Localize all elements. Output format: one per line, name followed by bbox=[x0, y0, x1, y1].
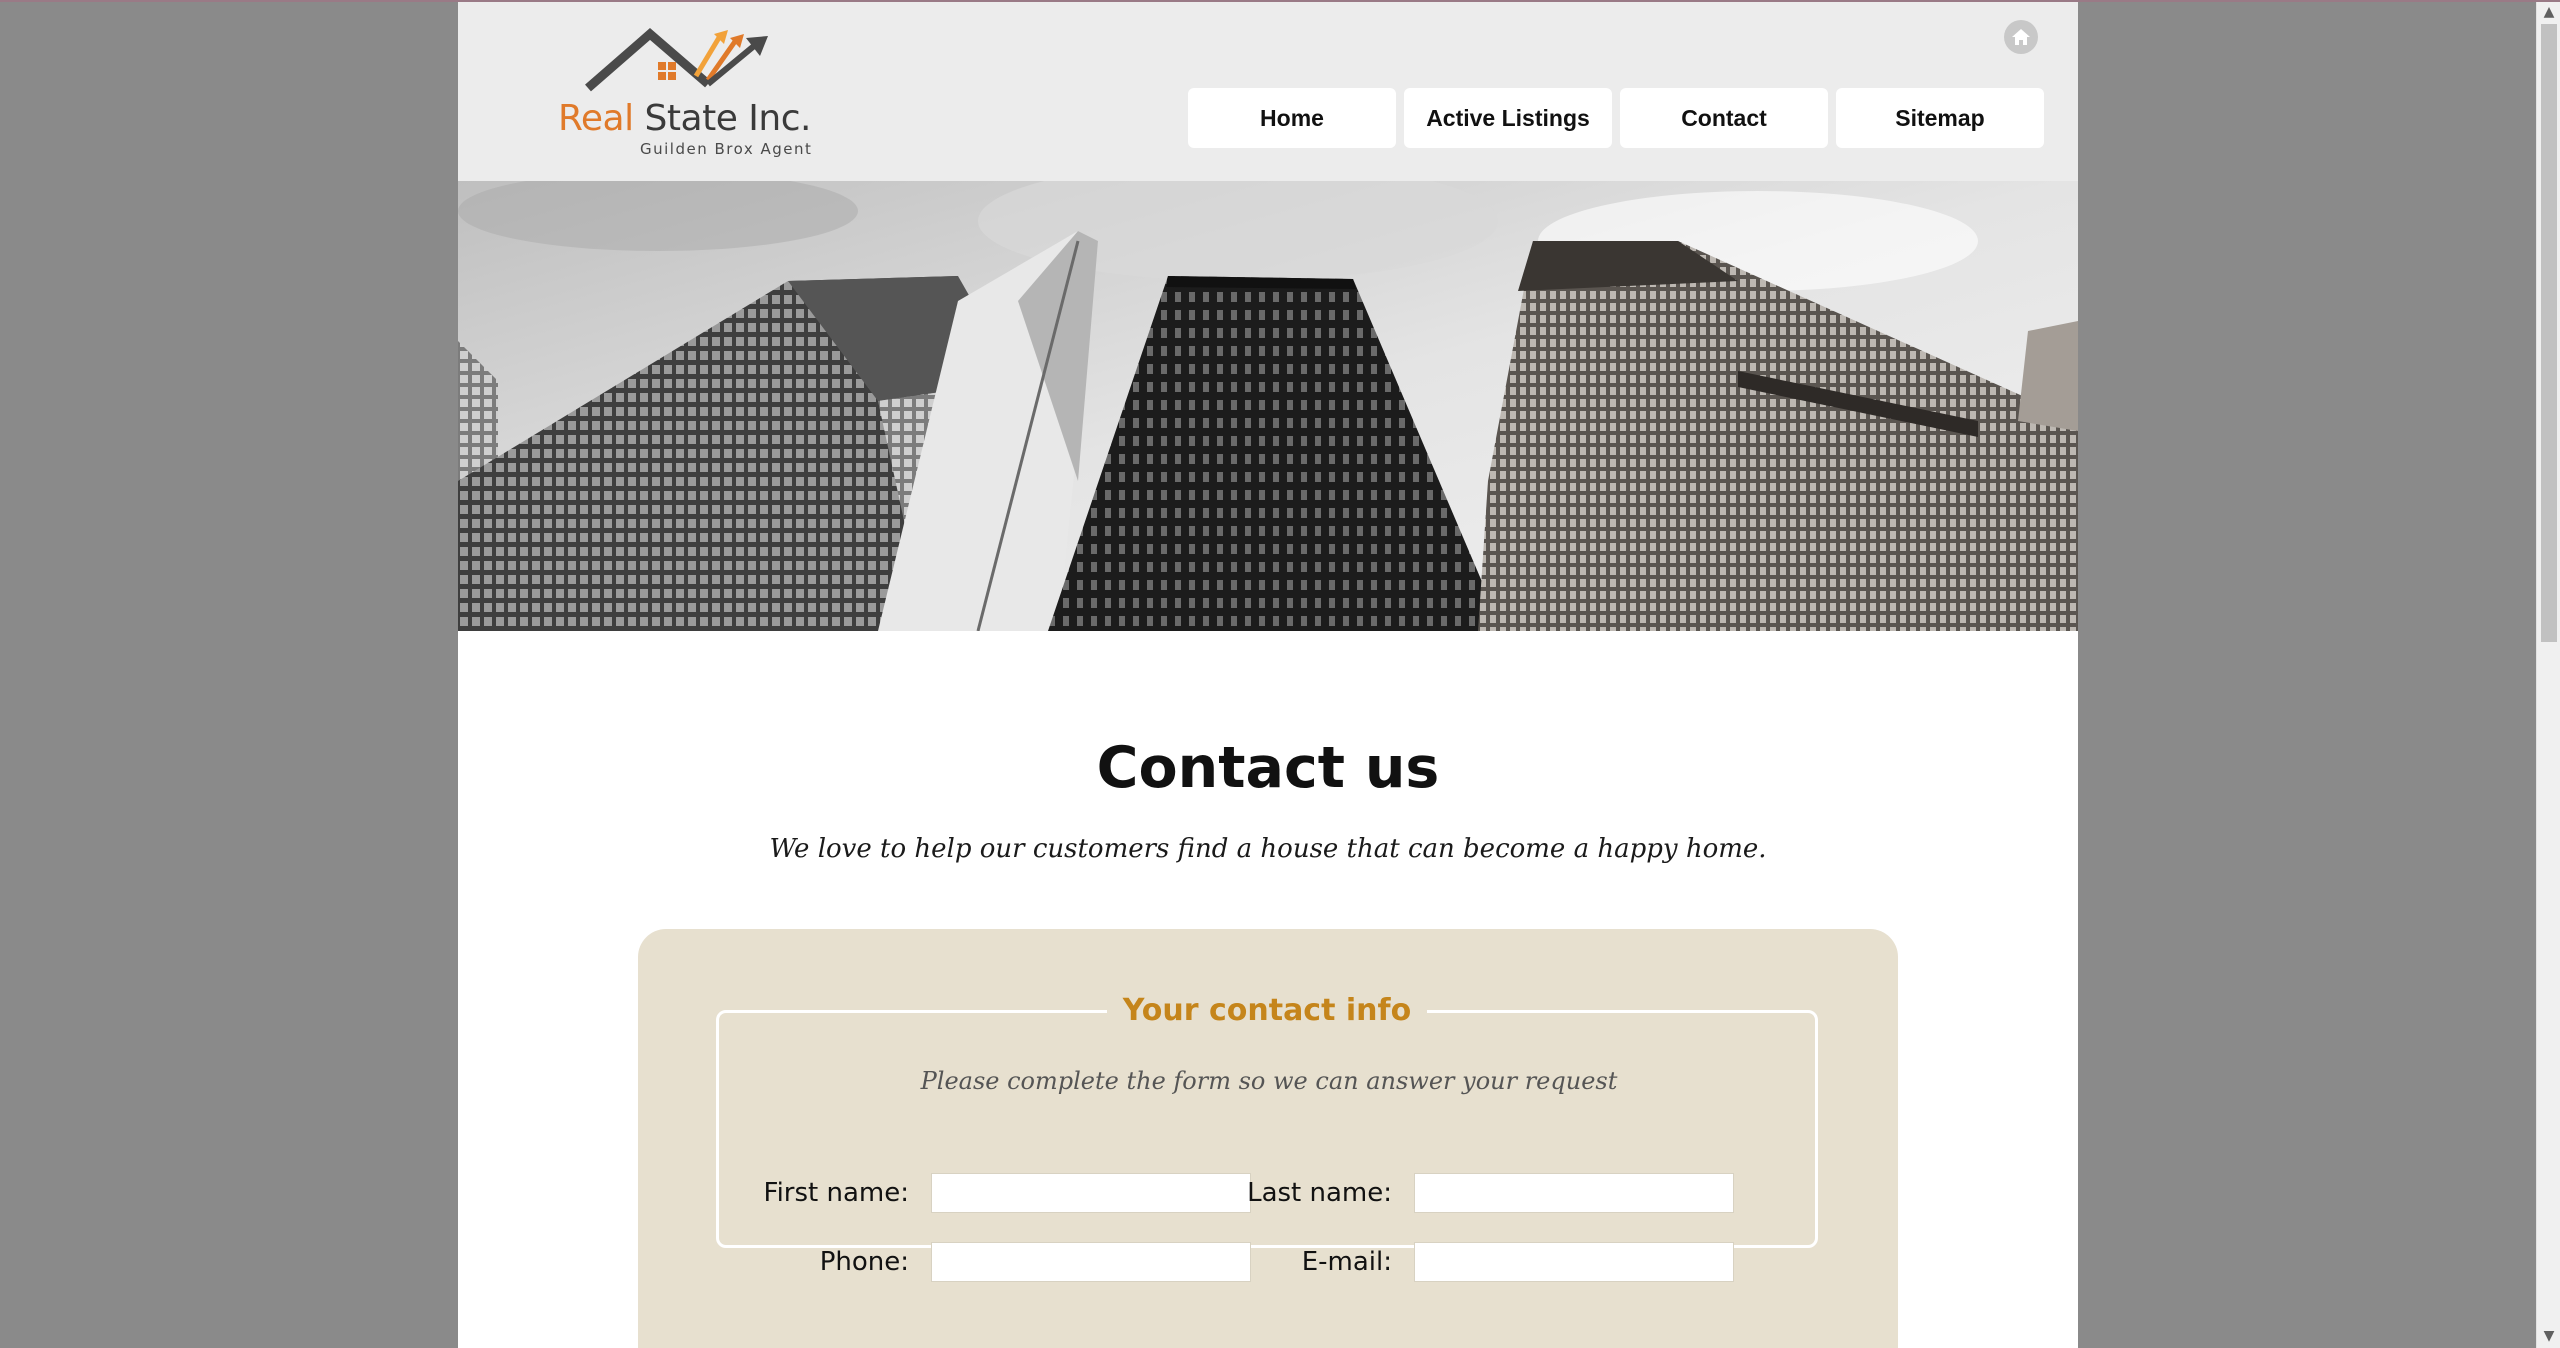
page-subtitle: We love to help our customers find a hou… bbox=[769, 834, 1767, 864]
nav-contact-button[interactable]: Contact bbox=[1620, 88, 1828, 148]
scroll-down-arrow-icon[interactable]: ▼ bbox=[2537, 1324, 2560, 1348]
first-name-label: First name: bbox=[763, 1178, 909, 1208]
nav-home-button[interactable]: Home bbox=[1188, 88, 1396, 148]
main-nav: Home Active Listings Contact Sitemap bbox=[1188, 88, 2044, 148]
site-logo[interactable]: Real State Inc. Guilden Brox Agent bbox=[558, 24, 818, 164]
email-label: E-mail: bbox=[1301, 1247, 1392, 1277]
window-top-border bbox=[0, 0, 2560, 2]
home-icon[interactable] bbox=[2004, 20, 2038, 54]
contact-form-panel: Your contact info Please complete the fo… bbox=[638, 929, 1898, 1348]
logo-roof-icon bbox=[585, 28, 768, 92]
form-instructions: Please complete the form so we can answe… bbox=[920, 1067, 1618, 1095]
browser-viewport: Real State Inc. Guilden Brox Agent Home … bbox=[0, 0, 2560, 1348]
logo-tagline: Guilden Brox Agent bbox=[640, 140, 813, 158]
nav-sitemap-button[interactable]: Sitemap bbox=[1836, 88, 2044, 148]
site-header: Real State Inc. Guilden Brox Agent Home … bbox=[458, 0, 2078, 181]
last-name-field[interactable] bbox=[1414, 1173, 1734, 1213]
last-name-label: Last name: bbox=[1247, 1178, 1392, 1208]
hero-skyscrapers-image bbox=[458, 181, 2078, 631]
page-title: Contact us bbox=[1096, 735, 1440, 801]
phone-label: Phone: bbox=[819, 1247, 909, 1277]
home-glyph-icon bbox=[2012, 29, 2030, 45]
scrollbar-thumb[interactable] bbox=[2541, 24, 2557, 642]
skyscrapers-illustration bbox=[458, 181, 2078, 631]
contact-info-fieldset: Your contact info Please complete the fo… bbox=[716, 989, 1818, 1282]
scroll-up-arrow-icon[interactable]: ▲ bbox=[2537, 0, 2560, 24]
nav-active-listings-button[interactable]: Active Listings bbox=[1404, 88, 1612, 148]
logo-word-state: State Inc. bbox=[633, 98, 812, 139]
email-field[interactable] bbox=[1414, 1242, 1734, 1282]
fieldset-legend: Your contact info bbox=[1107, 989, 1427, 1033]
page-container: Real State Inc. Guilden Brox Agent Home … bbox=[458, 0, 2078, 1348]
vertical-scrollbar[interactable]: ▲ ▼ bbox=[2536, 0, 2560, 1348]
logo-word-real: Real bbox=[558, 98, 634, 139]
logo-wordmark: Real State Inc. bbox=[558, 98, 811, 139]
